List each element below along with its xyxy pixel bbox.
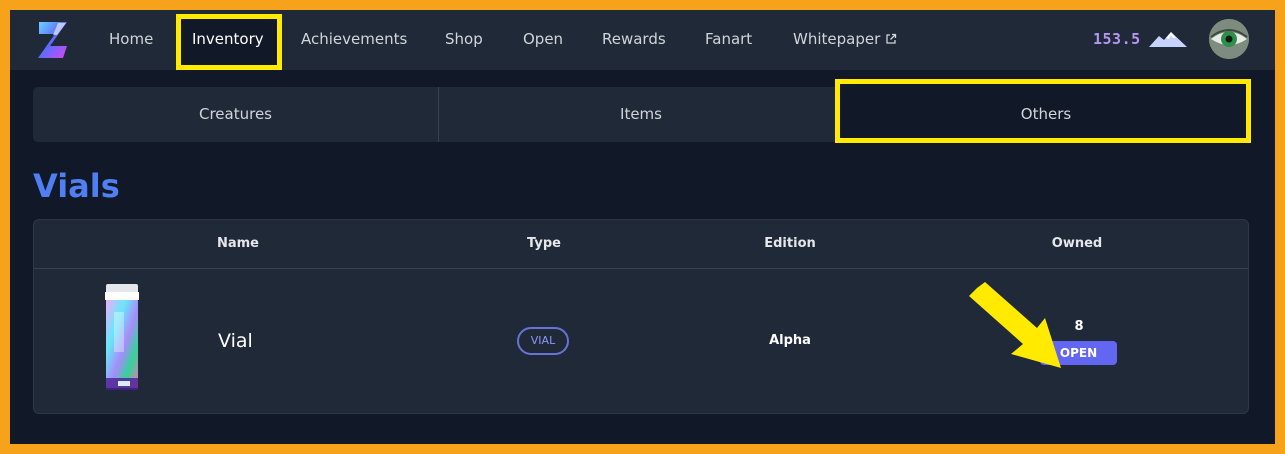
header-divider <box>34 268 1248 269</box>
vial-edition: Alpha <box>769 333 811 348</box>
column-header-name: Name <box>216 236 259 251</box>
type-badge: VIAL <box>517 327 569 355</box>
tab-creatures[interactable]: Creatures <box>33 87 438 142</box>
nav-achievements[interactable]: Achievements <box>301 10 407 70</box>
column-header-owned: Owned <box>1051 236 1103 251</box>
nav-home[interactable]: Home <box>109 10 153 70</box>
user-avatar[interactable] <box>1209 19 1249 59</box>
external-link-icon <box>886 33 897 44</box>
vial-image <box>105 284 139 390</box>
tab-items[interactable]: Items <box>439 87 843 142</box>
eye-avatar-icon <box>1209 19 1249 59</box>
yellow-arrow-icon <box>969 282 1061 368</box>
inventory-category-tabs: Creatures Items Others <box>33 79 1251 143</box>
token-balance: 153.5 <box>1093 30 1141 48</box>
nav-whitepaper-label: Whitepaper <box>793 30 881 48</box>
nav-shop[interactable]: Shop <box>445 10 483 70</box>
nav-whitepaper[interactable]: Whitepaper <box>793 10 897 70</box>
column-header-edition: Edition <box>764 236 816 251</box>
mountain-icon <box>1149 32 1187 47</box>
nav-inventory[interactable]: Inventory <box>192 10 264 70</box>
nav-open[interactable]: Open <box>523 10 563 70</box>
nav-rewards[interactable]: Rewards <box>602 10 666 70</box>
app-window: Home Inventory Achievements Shop Open Re… <box>10 10 1275 444</box>
nav-fanart[interactable]: Fanart <box>705 10 752 70</box>
z-logo-icon[interactable] <box>36 19 70 61</box>
top-navbar: Home Inventory Achievements Shop Open Re… <box>10 10 1275 70</box>
vials-table: Name Type Edition Owned Vial VIAL Alpha … <box>33 219 1249 414</box>
column-header-type: Type <box>527 236 561 251</box>
tab-others[interactable]: Others <box>843 87 1249 142</box>
vial-name: Vial <box>218 330 253 352</box>
section-title: Vials <box>33 167 120 205</box>
